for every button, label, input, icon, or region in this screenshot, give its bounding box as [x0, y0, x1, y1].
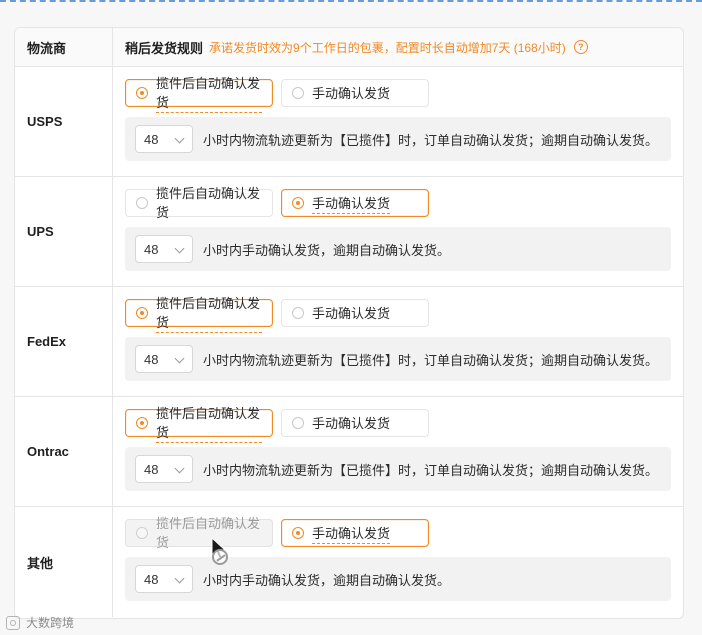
- option-label: 揽件后自动确认发货: [156, 293, 262, 333]
- carrier-name: FedEx: [27, 334, 67, 349]
- option-manual[interactable]: 手动确认发货: [281, 79, 429, 107]
- hours-select[interactable]: 48: [135, 565, 193, 593]
- hours-value: 48: [144, 131, 159, 147]
- rule-description: 小时内物流轨迹更新为【已揽件】时，订单自动确认发货；逾期自动确认发货。: [203, 352, 659, 368]
- option-label: 揽件后自动确认发货: [156, 403, 262, 443]
- header-rule-note: 承诺发货时效为9个工作日的包裹，配置时长自动增加7天 (168小时): [209, 40, 566, 55]
- option-label: 揽件后自动确认发货: [156, 73, 262, 113]
- radio-unselected-icon: [292, 307, 304, 319]
- rule-detail-panel: 48 小时内手动确认发货，逾期自动确认发货。: [125, 557, 671, 601]
- header-carrier-cell: 物流商: [15, 28, 113, 66]
- radio-unselected-icon: [292, 417, 304, 429]
- carrier-cell: Ontrac: [15, 397, 113, 506]
- carrier-name: Ontrac: [27, 444, 69, 459]
- option-manual[interactable]: 手动确认发货: [281, 189, 429, 217]
- rule-detail-panel: 48 小时内物流轨迹更新为【已揽件】时，订单自动确认发货；逾期自动确认发货。: [125, 447, 671, 491]
- chevron-down-icon: [174, 244, 184, 254]
- rule-cell: 揽件后自动确认发货 手动确认发货 48 小时内物流轨迹更新为【已揽件】时，订单自…: [113, 287, 683, 396]
- table-row: FedEx 揽件后自动确认发货 手动确认发货 48 小时内物流轨迹更新为【已揽件…: [15, 287, 683, 397]
- rule-options: 揽件后自动确认发货 手动确认发货: [125, 516, 671, 550]
- rule-cell: 揽件后自动确认发货 手动确认发货 48 小时内物流轨迹更新为【已揽件】时，订单自…: [113, 397, 683, 506]
- hours-select[interactable]: 48: [135, 125, 193, 153]
- radio-selected-icon: [292, 527, 304, 539]
- chevron-down-icon: [174, 354, 184, 364]
- header-rule-cell: 稍后发货规则 承诺发货时效为9个工作日的包裹，配置时长自动增加7天 (168小时…: [113, 38, 683, 57]
- rule-cell: 揽件后自动确认发货 手动确认发货 48 小时内物流轨迹更新为【已揽件】时，订单自…: [113, 67, 683, 176]
- option-label: 揽件后自动确认发货: [156, 516, 261, 550]
- radio-unselected-icon: [292, 87, 304, 99]
- option-manual[interactable]: 手动确认发货: [281, 519, 429, 547]
- radio-selected-icon: [136, 87, 148, 99]
- rule-options: 揽件后自动确认发货 手动确认发货: [125, 186, 671, 220]
- rule-detail-panel: 48 小时内物流轨迹更新为【已揽件】时，订单自动确认发货；逾期自动确认发货。: [125, 337, 671, 381]
- rule-options: 揽件后自动确认发货 手动确认发货: [125, 296, 671, 333]
- radio-selected-icon: [136, 307, 148, 319]
- radio-selected-icon: [136, 417, 148, 429]
- question-circle-icon[interactable]: ?: [573, 40, 588, 54]
- option-manual[interactable]: 手动确认发货: [281, 409, 429, 437]
- carrier-name: UPS: [27, 224, 54, 239]
- rule-cell: 揽件后自动确认发货 手动确认发货 48 小时内手动确认发货，逾期自动确认发货。: [113, 507, 683, 617]
- hours-value: 48: [144, 351, 159, 367]
- table-row: USPS 揽件后自动确认发货 手动确认发货 48 小时内物流轨迹更新为【已揽件】…: [15, 67, 683, 177]
- shipping-rules-table: 物流商 稍后发货规则 承诺发货时效为9个工作日的包裹，配置时长自动增加7天 (1…: [14, 27, 684, 619]
- rule-description: 小时内物流轨迹更新为【已揽件】时，订单自动确认发货；逾期自动确认发货。: [203, 462, 659, 478]
- header-carrier-label: 物流商: [27, 40, 67, 56]
- table-row: 其他 揽件后自动确认发货 手动确认发货 48 小时内手动确认发货，逾期自动确认发…: [15, 507, 683, 617]
- option-manual[interactable]: 手动确认发货: [281, 299, 429, 327]
- header-rule-label: 稍后发货规则: [125, 40, 204, 56]
- carrier-cell: FedEx: [15, 287, 113, 396]
- radio-selected-icon: [292, 197, 304, 209]
- table-header: 物流商 稍后发货规则 承诺发货时效为9个工作日的包裹，配置时长自动增加7天 (1…: [15, 28, 683, 67]
- rule-detail-panel: 48 小时内手动确认发货，逾期自动确认发货。: [125, 227, 671, 271]
- rule-cell: 揽件后自动确认发货 手动确认发货 48 小时内手动确认发货，逾期自动确认发货。: [113, 177, 683, 286]
- chevron-down-icon: [174, 574, 184, 584]
- radio-disabled-icon: [136, 527, 148, 539]
- carrier-cell: UPS: [15, 177, 113, 286]
- option-label: 手动确认发货: [312, 193, 391, 214]
- option-auto-after-pickup[interactable]: 揽件后自动确认发货: [125, 296, 273, 333]
- radio-unselected-icon: [136, 197, 148, 209]
- option-label: 手动确认发货: [312, 85, 391, 101]
- option-auto-after-pickup[interactable]: 揽件后自动确认发货: [125, 76, 273, 113]
- carrier-cell: 其他: [15, 507, 113, 617]
- rule-description: 小时内手动确认发货，逾期自动确认发货。: [203, 242, 451, 258]
- carrier-name: 其他: [27, 555, 54, 571]
- chevron-down-icon: [174, 134, 184, 144]
- option-label: 手动确认发货: [312, 415, 391, 431]
- hours-value: 48: [144, 241, 159, 257]
- rule-description: 小时内手动确认发货，逾期自动确认发货。: [203, 572, 451, 588]
- chevron-down-icon: [174, 464, 184, 474]
- table-row: Ontrac 揽件后自动确认发货 手动确认发货 48 小时内物流轨迹更新为【已揽…: [15, 397, 683, 507]
- hours-value: 48: [144, 461, 159, 477]
- rule-options: 揽件后自动确认发货 手动确认发货: [125, 76, 671, 113]
- hours-select[interactable]: 48: [135, 345, 193, 373]
- option-label: 手动确认发货: [312, 523, 391, 544]
- rule-options: 揽件后自动确认发货 手动确认发货: [125, 406, 671, 443]
- option-label: 手动确认发货: [312, 305, 391, 321]
- hours-select[interactable]: 48: [135, 235, 193, 263]
- carrier-cell: USPS: [15, 67, 113, 176]
- hours-select[interactable]: 48: [135, 455, 193, 483]
- option-auto-after-pickup[interactable]: 揽件后自动确认发货: [125, 406, 273, 443]
- screen-frame: 物流商 稍后发货规则 承诺发货时效为9个工作日的包裹，配置时长自动增加7天 (1…: [0, 0, 702, 635]
- rule-description: 小时内物流轨迹更新为【已揽件】时，订单自动确认发货；逾期自动确认发货。: [203, 132, 659, 148]
- option-auto-after-pickup[interactable]: 揽件后自动确认发货: [125, 186, 273, 220]
- rule-detail-panel: 48 小时内物流轨迹更新为【已揽件】时，订单自动确认发货；逾期自动确认发货。: [125, 117, 671, 161]
- option-label: 揽件后自动确认发货: [156, 186, 261, 220]
- hours-value: 48: [144, 571, 159, 587]
- option-auto-after-pickup-disabled[interactable]: 揽件后自动确认发货: [125, 516, 273, 550]
- table-row: UPS 揽件后自动确认发货 手动确认发货 48 小时内手动确认发货，逾期自动确认…: [15, 177, 683, 287]
- carrier-name: USPS: [27, 114, 63, 129]
